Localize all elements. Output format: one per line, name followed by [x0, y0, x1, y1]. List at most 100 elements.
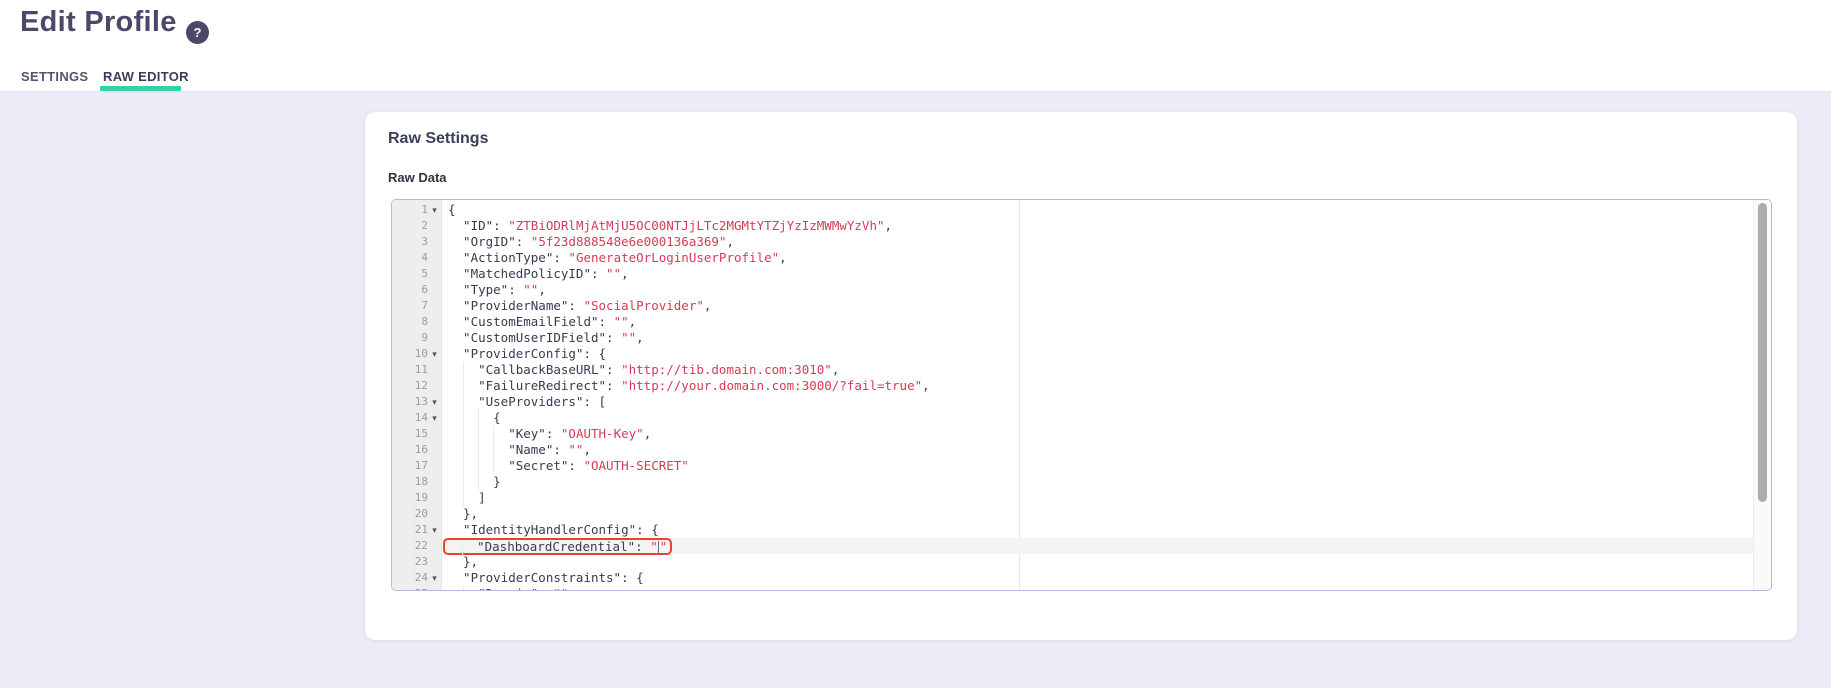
indent-guide — [448, 410, 463, 426]
indent-guide — [448, 250, 463, 266]
scrollbar-thumb[interactable] — [1758, 203, 1767, 502]
code-token: "Type" — [463, 282, 508, 297]
line-number: 9 — [421, 330, 428, 346]
line-number: 24 — [415, 570, 428, 586]
code-token: "ZTBiODRlMjAtMjU5OC00NTJjLTc2MGMtYTZjYzI… — [508, 218, 884, 233]
fold-arrow-icon[interactable]: ▾ — [428, 410, 441, 426]
code-line[interactable]: "DashboardCredential": "" — [443, 538, 1753, 554]
gutter-row: 9 — [392, 330, 441, 346]
gutter-row: 25 — [392, 586, 441, 591]
gutter-row: 23 — [392, 554, 441, 570]
code-token: "Key" — [508, 426, 546, 441]
gutter-row: 13▾ — [392, 394, 441, 410]
gutter-row: 7 — [392, 298, 441, 314]
gutter-row: 3 — [392, 234, 441, 250]
code-line[interactable]: { — [443, 410, 1753, 426]
code-token: "Domain" — [478, 586, 538, 591]
indent-guide — [478, 426, 493, 442]
code-token: "" — [523, 282, 538, 297]
indent-guide — [448, 330, 463, 346]
gutter-row: 24▾ — [392, 570, 441, 586]
json-editor[interactable]: 1▾2345678910▾111213▾14▾15161718192021▾22… — [391, 199, 1772, 591]
code-line[interactable]: "ProviderConstraints": { — [443, 570, 1753, 586]
code-line[interactable]: }, — [443, 506, 1753, 522]
line-number: 14 — [415, 410, 428, 426]
editor-code-area[interactable]: {"ID": "ZTBiODRlMjAtMjU5OC00NTJjLTc2MGMt… — [443, 200, 1753, 590]
code-token: : — [493, 218, 508, 233]
tab-raw-editor[interactable]: RAW EDITOR — [103, 69, 189, 84]
line-number: 3 — [421, 234, 428, 250]
fold-arrow-icon[interactable]: ▾ — [428, 570, 441, 586]
line-number: 15 — [415, 426, 428, 442]
code-token: , — [644, 426, 652, 441]
code-token: : { — [621, 570, 644, 585]
code-token: : { — [583, 346, 606, 361]
code-line[interactable]: "MatchedPolicyID": "", — [443, 266, 1753, 282]
code-line[interactable]: "IdentityHandlerConfig": { — [443, 522, 1753, 538]
code-token: "" — [553, 586, 568, 591]
indent-guide — [448, 554, 463, 570]
code-token: "ProviderConstraints" — [463, 570, 621, 585]
code-line[interactable]: "CustomUserIDField": "", — [443, 330, 1753, 346]
card-title: Raw Settings — [388, 130, 488, 148]
code-line[interactable]: "ID": "ZTBiODRlMjAtMjU5OC00NTJjLTc2MGMtY… — [443, 218, 1753, 234]
fold-arrow-icon[interactable]: ▾ — [428, 522, 441, 538]
code-line[interactable]: "ActionType": "GenerateOrLoginUserProfil… — [443, 250, 1753, 266]
gutter-row: 2 — [392, 218, 441, 234]
code-line[interactable]: "UseProviders": [ — [443, 394, 1753, 410]
gutter-row: 4 — [392, 250, 441, 266]
tab-settings[interactable]: SETTINGS — [21, 69, 88, 84]
code-token: : — [553, 442, 568, 457]
code-token: , — [629, 314, 637, 329]
code-token: }, — [463, 506, 478, 521]
code-line[interactable]: }, — [443, 554, 1753, 570]
indent-guide — [448, 378, 463, 394]
gutter-row: 16 — [392, 442, 441, 458]
line-number: 16 — [415, 442, 428, 458]
line-number: 1 — [421, 202, 428, 218]
line-number: 10 — [415, 346, 428, 362]
code-line[interactable]: "OrgID": "5f23d888548e6e000136a369", — [443, 234, 1753, 250]
code-token: : — [568, 298, 583, 313]
indent-guide — [448, 442, 463, 458]
code-token: : — [635, 539, 650, 554]
code-line[interactable]: "Key": "OAUTH-Key", — [443, 426, 1753, 442]
editor-scrollbar[interactable] — [1753, 200, 1771, 590]
fold-arrow-icon[interactable]: ▾ — [428, 346, 441, 362]
code-line[interactable]: { — [443, 202, 1753, 218]
indent-guide — [448, 362, 463, 378]
code-token: "SocialProvider" — [583, 298, 703, 313]
raw-settings-card: Raw Settings Raw Data 1▾2345678910▾11121… — [365, 112, 1797, 640]
code-token: "" — [614, 314, 629, 329]
line-number: 19 — [415, 490, 428, 506]
code-token: "" — [568, 442, 583, 457]
code-token: "ID" — [463, 218, 493, 233]
code-token: : [ — [583, 394, 606, 409]
gutter-row: 17 — [392, 458, 441, 474]
code-token: , — [636, 330, 644, 345]
code-line[interactable]: "FailureRedirect": "http://your.domain.c… — [443, 378, 1753, 394]
code-line[interactable]: "ProviderName": "SocialProvider", — [443, 298, 1753, 314]
line-number: 20 — [415, 506, 428, 522]
indent-guide — [448, 522, 463, 538]
code-line[interactable]: "Domain": "", — [443, 586, 1753, 591]
indent-guide — [448, 490, 463, 506]
code-line[interactable]: "Name": "", — [443, 442, 1753, 458]
code-line[interactable]: "ProviderConfig": { — [443, 346, 1753, 362]
indent-guide — [448, 314, 463, 330]
help-icon[interactable]: ? — [186, 21, 209, 44]
code-line[interactable]: ] — [443, 490, 1753, 506]
code-token: "ProviderConfig" — [463, 346, 583, 361]
code-token: "" — [621, 330, 636, 345]
indent-guide — [463, 410, 478, 426]
code-line[interactable]: "CustomEmailField": "", — [443, 314, 1753, 330]
code-line[interactable]: } — [443, 474, 1753, 490]
code-line[interactable]: "Type": "", — [443, 282, 1753, 298]
fold-arrow-icon[interactable]: ▾ — [428, 394, 441, 410]
code-line[interactable]: "CallbackBaseURL": "http://tib.domain.co… — [443, 362, 1753, 378]
code-token: "CustomEmailField" — [463, 314, 598, 329]
code-line[interactable]: "Secret": "OAUTH-SECRET" — [443, 458, 1753, 474]
line-number: 4 — [421, 250, 428, 266]
fold-arrow-icon[interactable]: ▾ — [428, 202, 441, 218]
code-token: "CustomUserIDField" — [463, 330, 606, 345]
